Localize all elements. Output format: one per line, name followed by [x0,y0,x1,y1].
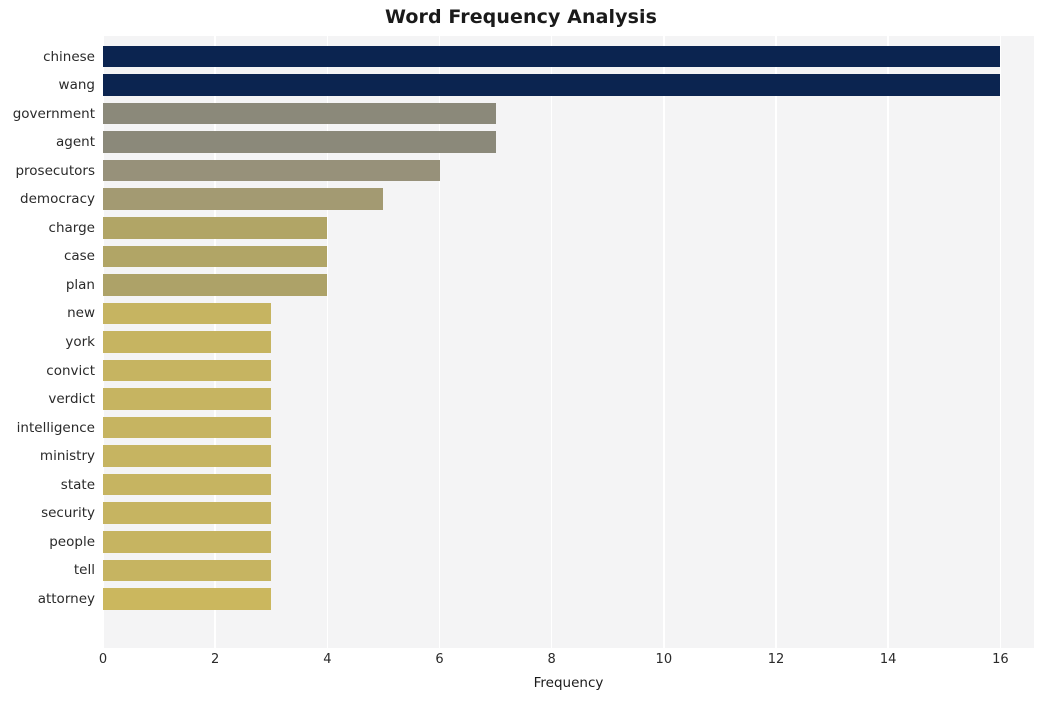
y-tick-label-new: new [67,305,95,322]
bar-democracy[interactable] [103,188,384,210]
bar-row [103,442,1034,471]
bar-row [103,328,1034,357]
plot-area [103,36,1034,648]
y-tick-label-wang: wang [58,77,95,94]
y-tick-label-attorney: attorney [37,590,95,607]
y-tick-label-case: case [63,248,95,265]
bar-state[interactable] [103,473,272,496]
bar-prosecutors[interactable] [103,159,440,182]
y-tick-label-charge: charge [48,219,95,236]
bar-case[interactable] [103,245,328,268]
x-tick-label-12: 12 [767,652,785,667]
bar-row [103,71,1034,100]
y-tick-label-security: security [41,505,95,522]
bar-row [103,413,1034,442]
bar-government[interactable] [103,102,496,125]
bar-chinese[interactable] [103,45,1001,68]
y-tick-label-tell: tell [73,562,95,579]
y-tick-label-prosecutors: prosecutors [15,162,95,179]
bar-people[interactable] [103,530,272,553]
bar-agent[interactable] [103,131,496,153]
bar-plan[interactable] [103,274,328,296]
bar-row [103,242,1034,271]
x-tick-label-2: 2 [211,652,220,667]
y-axis-labels: chinese wang government agent prosecutors dem… [0,36,95,648]
y-tick-label-york: york [65,334,95,350]
word-frequency-chart: Word Frequency Analysis chinese wang gover… [0,0,1042,701]
bar-row [103,299,1034,328]
bar-convict[interactable] [103,359,272,382]
bar-verdict[interactable] [103,388,272,410]
bar-row [103,356,1034,385]
x-axis-ticks: 0 2 4 6 8 10 12 14 16 [99,652,1034,672]
x-axis-title: Frequency [533,675,604,691]
bar-intelligence[interactable] [103,416,272,439]
bar-row [103,385,1034,414]
bar-york[interactable] [103,331,272,353]
y-tick-label-intelligence: intelligence [16,419,95,436]
bar-row [103,156,1034,185]
y-tick-label-plan: plan [65,276,95,293]
y-tick-label-chinese: chinese [43,48,95,65]
bar-row [103,185,1034,214]
bar-row [103,585,1034,614]
x-tick-label-4: 4 [323,652,332,667]
x-tick-label-8: 8 [547,652,556,667]
x-tick-label-6: 6 [435,652,444,667]
bar-tell[interactable] [103,559,272,582]
x-tick-label-16: 16 [992,652,1009,667]
bar-row [103,42,1034,71]
bar-row [103,556,1034,585]
y-tick-label-convict: convict [46,362,95,379]
y-tick-label-government: government [12,105,95,122]
bar-wang[interactable] [103,74,1001,96]
bar-row [103,271,1034,300]
x-tick-label-10: 10 [655,652,673,667]
y-tick-label-state: state [60,476,95,493]
bar-row [103,99,1034,128]
x-tick-label-0: 0 [98,652,108,667]
bar-row [103,470,1034,499]
bar-row [103,214,1034,243]
x-tick-label-14: 14 [879,652,897,667]
bar-row [103,499,1034,528]
y-tick-label-people: people [49,533,95,550]
y-tick-label-ministry: ministry [39,448,95,465]
bar-row [103,128,1034,157]
y-tick-label-democracy: democracy [20,191,95,208]
bar-attorney[interactable] [103,588,272,610]
bar-new[interactable] [103,302,272,325]
bars-layer [103,36,1034,648]
bar-charge[interactable] [103,216,328,239]
bar-ministry[interactable] [103,445,272,467]
bar-security[interactable] [103,502,272,524]
y-tick-label-agent: agent [56,134,95,151]
chart-title: Word Frequency Analysis [384,6,658,28]
y-tick-label-verdict: verdict [48,391,95,408]
bar-row [103,528,1034,557]
